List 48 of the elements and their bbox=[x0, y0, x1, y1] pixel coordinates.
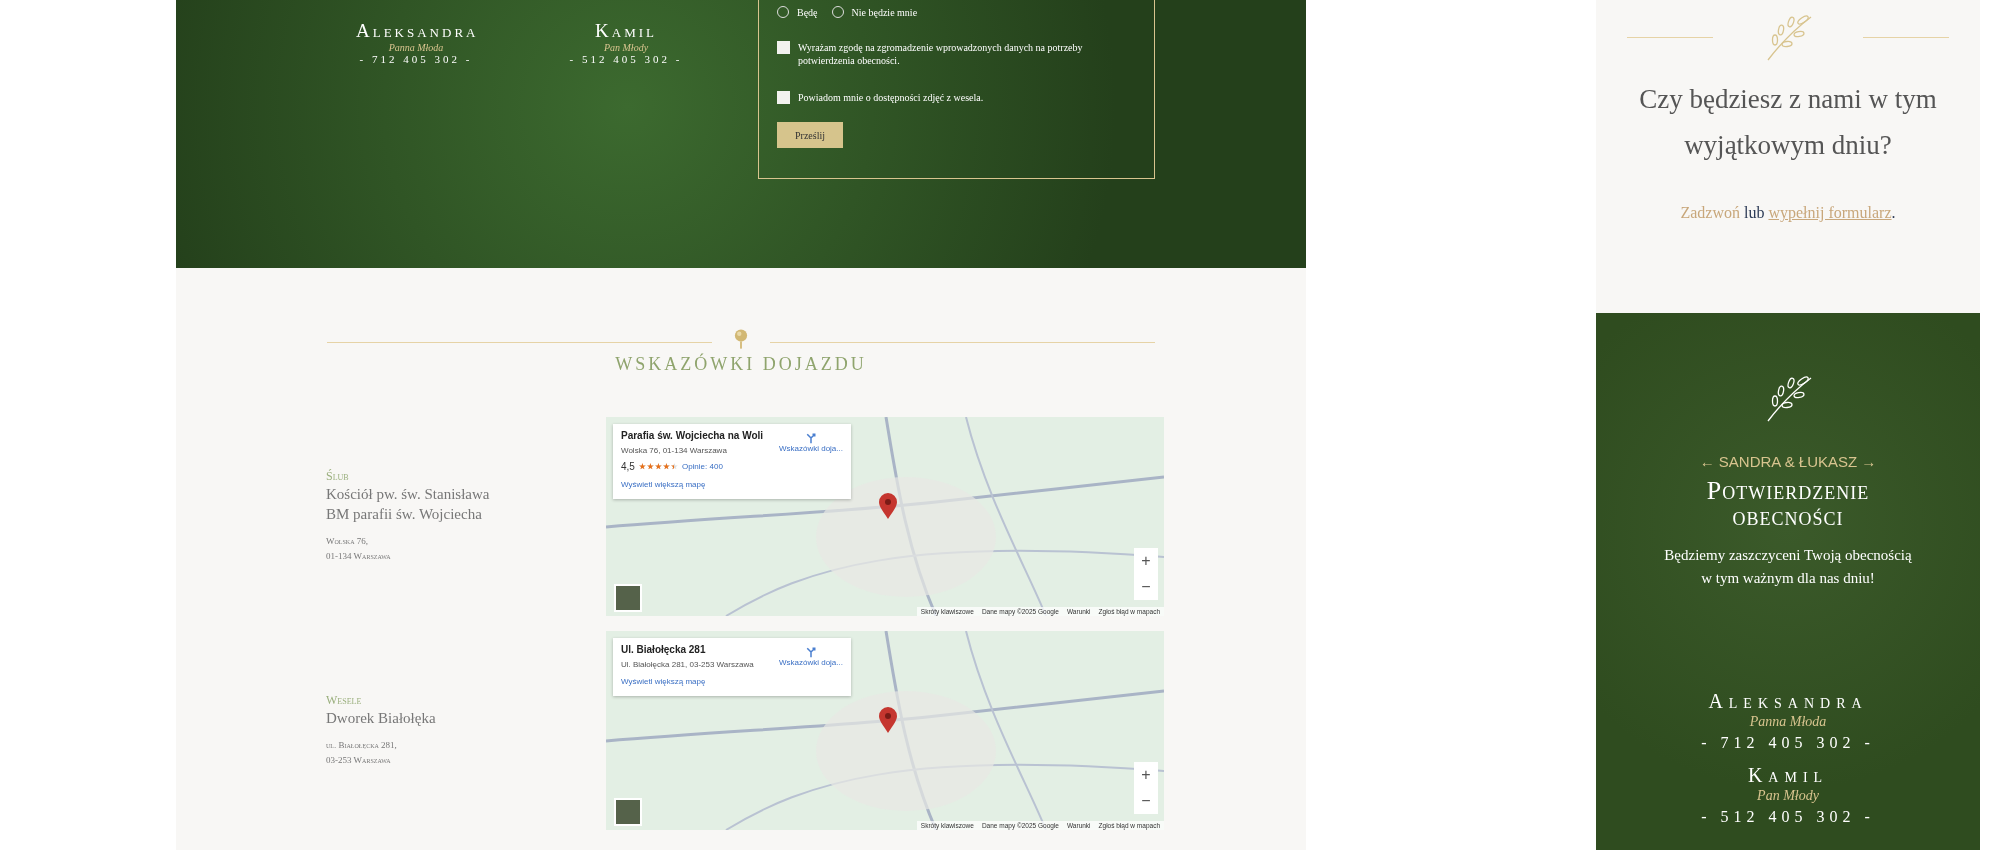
directions-icon bbox=[805, 432, 817, 444]
venue-address: ul. Białołęcka 281, 03-253 Warszawa bbox=[326, 739, 398, 767]
submit-button[interactable]: Prześlij bbox=[777, 122, 843, 148]
reviews-link[interactable]: Opinie: 400 bbox=[681, 462, 723, 471]
phone-number: - 512 405 302 - bbox=[1701, 807, 1875, 827]
checkbox[interactable] bbox=[777, 91, 790, 104]
pin-icon bbox=[734, 328, 748, 350]
place-name: Ul. Białołęcka 281 bbox=[621, 644, 707, 655]
person-role: Pan Młody bbox=[602, 42, 650, 53]
venue-address: Wolska 76, 01-134 Warszawa bbox=[326, 535, 392, 563]
checkbox[interactable] bbox=[777, 41, 790, 54]
venue-name: Kościół pw. św. Stanisława BM parafii św. Wojciecha bbox=[326, 485, 491, 524]
contact-text: Zadzwoń lub wypełnij formularz. bbox=[1679, 204, 1897, 222]
phone-number: - 712 405 302 - bbox=[358, 53, 474, 65]
checkbox-label: Powiadom mnie o dostępności zdjęć z wesela. bbox=[798, 91, 984, 104]
directions-link[interactable]: Wskazówki doja... bbox=[778, 646, 843, 669]
rating-value: 4,5 bbox=[621, 461, 635, 472]
satellite-toggle[interactable] bbox=[614, 584, 642, 612]
radio-label: Będę bbox=[797, 6, 818, 19]
place-address: Wolska 76, 01-134 Warszawa bbox=[621, 446, 728, 455]
directions-link[interactable]: Wskazówki doja... bbox=[778, 432, 843, 472]
rsvp-text: Będziemy zaszczyceni Twoją obecnością w tym ważnym dla nas dniu! bbox=[1664, 546, 1912, 588]
map-marker-icon bbox=[878, 706, 898, 734]
section-title: WSKAZÓWKI DOJAZDU bbox=[614, 354, 868, 375]
couple-names: ← SANDRA & ŁUKASZ → bbox=[1699, 453, 1877, 470]
phone-number: - 512 405 302 - bbox=[568, 53, 684, 65]
larger-map-link[interactable]: Wyświetl większą mapę bbox=[621, 480, 706, 489]
person-role: Pan Młody bbox=[1756, 787, 1820, 805]
radio-label: Nie będzie mnie bbox=[851, 6, 918, 19]
map-marker-icon bbox=[878, 492, 898, 520]
venue-type: Ślub bbox=[326, 469, 350, 484]
question-heading: Czy będziesz z nami w tym wyjątkowym dniu? bbox=[1638, 83, 1938, 162]
person-name: Kamil bbox=[1746, 764, 1830, 786]
person-name: Aleksandra bbox=[1707, 690, 1869, 712]
person-name: Aleksandra bbox=[356, 20, 476, 42]
rsvp-title: Potwierdzenie obecności bbox=[1705, 478, 1871, 530]
checkbox-label: Wyrażam zgodę na zgromadzenie wprowadzonych danych na potrzeby potwierdzenia obecności. bbox=[798, 41, 1084, 67]
phone-number: - 712 405 302 - bbox=[1701, 733, 1875, 753]
person-name: Kamil bbox=[594, 20, 658, 42]
person-role: Panna Młoda bbox=[387, 42, 445, 53]
place-address: Ul. Białołęcka 281, 03-253 Warszawa bbox=[621, 660, 754, 669]
satellite-toggle[interactable] bbox=[614, 798, 642, 826]
place-name: Parafia św. Wojciecha na Woli bbox=[621, 430, 764, 441]
directions-icon bbox=[805, 646, 817, 658]
venue-type: Wesele bbox=[326, 693, 363, 708]
venue-name: Dworek Białołęka bbox=[326, 709, 437, 728]
person-role: Panna Młoda bbox=[1748, 713, 1828, 731]
larger-map-link[interactable]: Wyświetl większą mapę bbox=[621, 677, 706, 686]
